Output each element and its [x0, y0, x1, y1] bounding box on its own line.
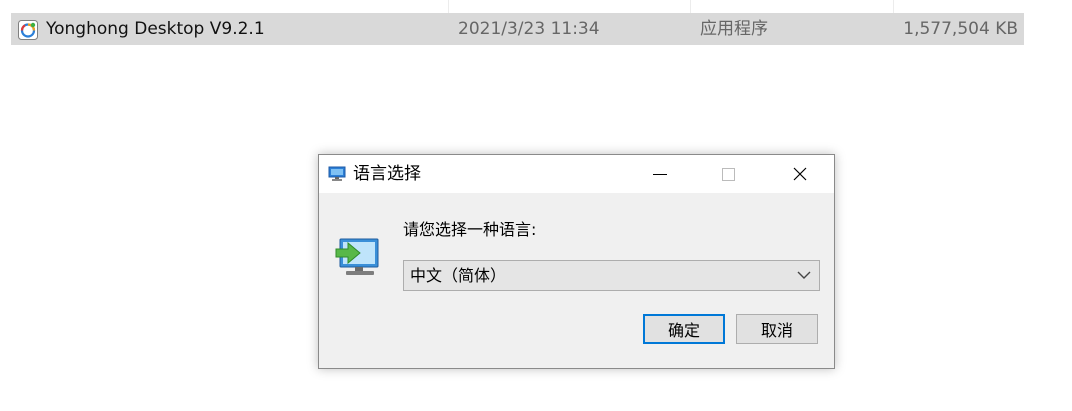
chevron-down-icon — [797, 271, 811, 279]
close-icon — [793, 167, 807, 181]
language-prompt: 请您选择一种语言: — [403, 220, 537, 239]
cancel-button[interactable]: 取消 — [736, 314, 818, 344]
dialog-titlebar[interactable]: 语言选择 — [319, 155, 834, 193]
computer-icon — [328, 166, 346, 181]
monitor-arrow-icon — [335, 238, 379, 275]
maximize-button[interactable] — [705, 155, 751, 193]
ok-button[interactable]: 确定 — [643, 314, 725, 344]
selected-language: 中文（简体） — [410, 266, 507, 285]
screen: Yonghong Desktop V9.2.1 2021/3/23 11:34 … — [0, 0, 1072, 411]
file-type: 应用程序 — [700, 19, 768, 39]
column-separator — [690, 0, 691, 13]
language-selection-dialog: 语言选择 请您选择一种语言: 中文（简体） 确定 取消 — [318, 154, 835, 369]
dialog-title: 语言选择 — [353, 164, 421, 184]
file-list-row[interactable]: Yonghong Desktop V9.2.1 2021/3/23 11:34 … — [11, 13, 1024, 45]
file-modified-date: 2021/3/23 11:34 — [458, 19, 600, 39]
column-separator — [448, 0, 449, 13]
minimize-icon — [653, 173, 667, 175]
file-name: Yonghong Desktop V9.2.1 — [46, 19, 265, 39]
file-size: 1,577,504 KB — [903, 19, 1018, 39]
minimize-button[interactable] — [637, 155, 683, 193]
yonghong-app-icon — [18, 20, 38, 40]
column-separator — [893, 0, 894, 13]
close-button[interactable] — [777, 155, 823, 193]
language-select[interactable]: 中文（简体） — [403, 260, 820, 291]
maximize-icon — [721, 167, 735, 181]
